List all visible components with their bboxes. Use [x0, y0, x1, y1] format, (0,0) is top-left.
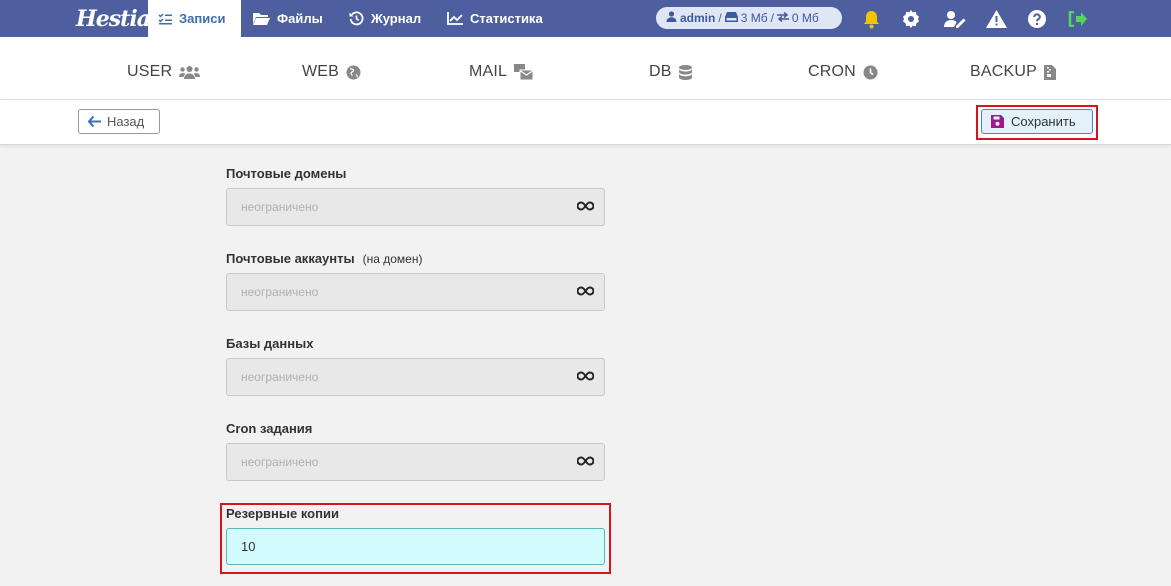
- backups-input[interactable]: 10: [226, 528, 605, 565]
- separator: /: [770, 11, 774, 25]
- cron-jobs-input[interactable]: неограничено: [226, 443, 605, 481]
- users-icon: [179, 65, 201, 79]
- infinity-icon[interactable]: [577, 201, 594, 211]
- help-icon[interactable]: [1027, 9, 1047, 29]
- chart-line-icon: [447, 12, 463, 25]
- logo-text: Hestia: [76, 6, 151, 32]
- gear-icon[interactable]: [901, 9, 921, 29]
- databases-label: Базы данных: [226, 336, 313, 351]
- back-button-label: Назад: [107, 114, 145, 129]
- floppy-disk-icon: [991, 115, 1004, 128]
- clock-icon: [863, 65, 878, 80]
- nav-files-label: Файлы: [277, 11, 323, 26]
- bell-icon[interactable]: [861, 9, 881, 29]
- section-web[interactable]: WEB: [302, 63, 361, 81]
- mail-domains-placeholder: неограничено: [241, 200, 319, 214]
- globe-icon: [346, 65, 361, 80]
- databases-label-text: Базы данных: [226, 336, 314, 351]
- section-user[interactable]: USER: [127, 63, 201, 81]
- separator: /: [718, 11, 722, 25]
- arrow-left-icon: [88, 116, 101, 127]
- mail-accounts-input[interactable]: неограничено: [226, 273, 605, 311]
- user-usage-pill[interactable]: admin / 3 Мб / 0 Мб: [656, 7, 842, 29]
- save-button[interactable]: Сохранить: [981, 109, 1093, 134]
- section-web-label: WEB: [302, 63, 340, 80]
- cron-jobs-label: Cron задания: [226, 421, 312, 436]
- user-name: admin: [680, 11, 716, 25]
- user-icon: [666, 11, 677, 25]
- mail-bulk-icon: [514, 64, 534, 80]
- traffic-usage: 0 Мб: [791, 11, 819, 25]
- section-user-label: USER: [127, 63, 173, 80]
- mail-accounts-placeholder: неограничено: [241, 285, 319, 299]
- nav-log-label: Журнал: [371, 11, 422, 26]
- warning-triangle-icon[interactable]: [985, 9, 1007, 29]
- history-icon: [349, 11, 364, 26]
- backups-label: Резервные копии: [226, 506, 339, 521]
- list-check-icon: [158, 12, 172, 25]
- save-button-label: Сохранить: [1011, 114, 1076, 129]
- mail-domains-label: Почтовые домены: [226, 166, 346, 181]
- disk-usage: 3 Мб: [740, 11, 768, 25]
- section-mail-label: MAIL: [469, 63, 508, 80]
- cron-jobs-label-text: Cron задания: [226, 421, 313, 436]
- section-cron[interactable]: CRON: [808, 63, 878, 81]
- section-backup-label: BACKUP: [970, 63, 1037, 80]
- infinity-icon[interactable]: [577, 456, 594, 466]
- hestia-logo[interactable]: Hestia: [76, 4, 151, 34]
- hdd-icon: [724, 11, 738, 25]
- mail-accounts-note: (на домен): [362, 252, 423, 266]
- mail-domains-label-text: Почтовые домены: [226, 166, 347, 181]
- nav-files[interactable]: Файлы: [253, 0, 323, 37]
- section-cron-label: CRON: [808, 63, 856, 80]
- backups-value: 10: [241, 539, 256, 554]
- infinity-icon[interactable]: [577, 371, 594, 381]
- section-db-label: DB: [649, 63, 672, 80]
- cron-jobs-placeholder: неограничено: [241, 455, 319, 469]
- database-icon: [678, 64, 692, 80]
- toolbar: Назад Сохранить: [0, 100, 1171, 145]
- backups-label-text: Резервные копии: [226, 506, 339, 521]
- nav-log[interactable]: Журнал: [349, 0, 421, 37]
- section-backup[interactable]: BACKUP: [970, 63, 1056, 81]
- mail-accounts-label-text: Почтовые аккаунты: [226, 251, 355, 266]
- user-edit-icon[interactable]: [943, 9, 967, 29]
- file-archive-icon: [1044, 64, 1056, 80]
- logout-icon[interactable]: [1067, 9, 1087, 29]
- section-menu: USER WEB MAIL DB CRON BACKUP: [0, 37, 1171, 100]
- nav-records-label: Записи: [179, 11, 226, 26]
- mail-accounts-label: Почтовые аккаунты (на домен): [226, 251, 422, 266]
- mail-domains-input[interactable]: неограничено: [226, 188, 605, 226]
- section-db[interactable]: DB: [649, 63, 692, 81]
- infinity-icon[interactable]: [577, 286, 594, 296]
- back-button[interactable]: Назад: [78, 109, 160, 134]
- nav-records[interactable]: Записи: [148, 0, 241, 37]
- nav-stats[interactable]: Статистика: [447, 0, 543, 37]
- databases-input[interactable]: неограничено: [226, 358, 605, 396]
- folder-icon: [253, 12, 270, 25]
- nav-stats-label: Статистика: [470, 11, 543, 26]
- arrows-exchange-icon: [776, 11, 789, 25]
- top-navbar: Hestia Записи Файлы Журнал Статистика ad…: [0, 0, 1171, 37]
- databases-placeholder: неограничено: [241, 370, 319, 384]
- section-mail[interactable]: MAIL: [469, 63, 534, 81]
